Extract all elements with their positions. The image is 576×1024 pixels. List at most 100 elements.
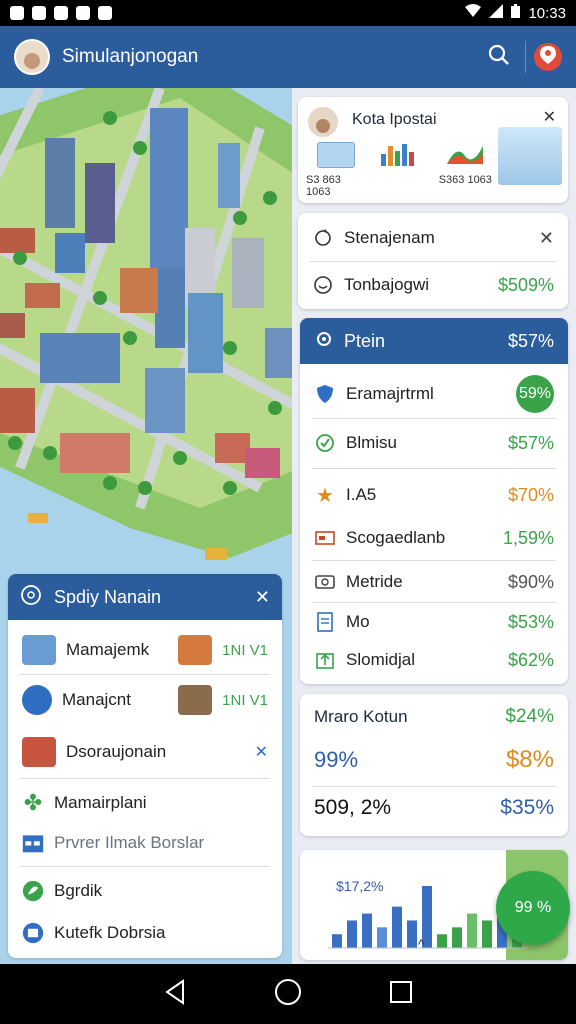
list-item-label: Dsoraujonain: [66, 742, 167, 761]
list-item[interactable]: Manajcnt 1NI V1: [8, 680, 282, 720]
divider: [525, 41, 526, 73]
stat-label: Scogaedlanb: [346, 528, 446, 547]
card-thumbnail: [317, 142, 355, 168]
side-panel: Spdiy Nanain ✕ Mamajemk 1NI V1 Manajcnt …: [8, 574, 282, 958]
clock: 10:33: [528, 4, 566, 22]
totals-card: Mraro Kotun $24% 99% $8% 509, 2% $35%: [300, 694, 568, 836]
shield-icon: [314, 383, 336, 405]
upload-icon: [314, 649, 336, 671]
close-button[interactable]: ✕: [543, 107, 556, 127]
notification-icon: [54, 6, 68, 20]
list-item-label: Bgrdik: [54, 881, 103, 900]
star-icon: ★: [316, 484, 334, 507]
stat-row[interactable]: Slomidjal $62%: [300, 646, 568, 674]
plant-icon: ✤: [23, 790, 43, 815]
location-button[interactable]: [534, 43, 562, 71]
building-icon: [22, 635, 56, 665]
bar-chart-icon: [380, 144, 414, 166]
total-value: $35%: [500, 796, 554, 819]
tile-item[interactable]: [497, 127, 562, 198]
divider: [20, 674, 270, 675]
stat-label: Mo: [346, 612, 370, 631]
close-icon: ✕: [538, 227, 554, 248]
close-button[interactable]: ✕: [539, 228, 554, 249]
stat-value: $70%: [507, 484, 554, 505]
list-item[interactable]: Bgrdik: [8, 876, 282, 906]
home-button[interactable]: [274, 978, 302, 1011]
list-item[interactable]: Prvrer Ilmak Borslar: [8, 828, 282, 858]
chart-bar: [437, 934, 447, 948]
notification-title: Kota Ipostai: [352, 111, 437, 128]
stat-label: I.A5: [346, 485, 377, 504]
factory-icon: [22, 737, 56, 767]
check-circle-icon: [314, 432, 336, 454]
stat-row[interactable]: Eramajrtrml 59%: [300, 372, 568, 416]
total-label: Mraro Kotun: [314, 707, 408, 726]
back-icon: [163, 978, 187, 1009]
summary-label: Stenajenam: [344, 228, 435, 247]
list-item[interactable]: Mamajemk 1NI V1: [8, 630, 282, 670]
leaf-icon: [22, 880, 44, 902]
camera-icon: [314, 571, 336, 593]
app-bar: Simulanjonogan: [0, 26, 576, 88]
stat-row[interactable]: Mo $53%: [300, 608, 568, 636]
list-item[interactable]: Stenajenam ✕: [298, 224, 568, 252]
divider: [20, 778, 270, 779]
divider: [20, 866, 270, 867]
back-button[interactable]: [163, 978, 187, 1010]
list-item[interactable]: Dsoraujonain ✕: [8, 734, 282, 770]
list-item[interactable]: Tonbajogwi $509%: [298, 271, 568, 299]
stat-value: $53%: [507, 611, 554, 632]
summary-value: $509%: [497, 274, 554, 295]
total-row[interactable]: 509, 2% $35%: [314, 796, 554, 820]
tile-item[interactable]: S3 863 1063: [306, 142, 366, 198]
close-icon: ✕: [254, 586, 270, 607]
total-value: $8%: [505, 746, 554, 773]
house-icon: [178, 635, 213, 665]
home-icon: [274, 978, 302, 1010]
close-button[interactable]: ✕: [255, 587, 270, 608]
progress-fab[interactable]: 99 %: [496, 871, 570, 945]
document-icon: [314, 611, 336, 633]
list-item[interactable]: Kutefk Dobrsia: [8, 918, 282, 948]
list-item[interactable]: ✤ Mamairplani: [8, 788, 282, 818]
search-button[interactable]: [481, 39, 517, 75]
list-item-label: Mamajemk: [66, 640, 150, 659]
tile-item[interactable]: S363 1063: [435, 142, 495, 198]
chevron-up-icon[interactable]: ^: [418, 936, 425, 952]
calendar-icon: [22, 832, 44, 854]
stat-row[interactable]: Metride $90%: [300, 568, 568, 596]
chart-bar: [467, 913, 477, 948]
stat-label: Slomidjal: [346, 650, 415, 669]
chart-bar: [332, 934, 342, 948]
close-button[interactable]: ✕: [255, 742, 268, 762]
list-item-label: Prvrer Ilmak Borslar: [54, 833, 205, 852]
stat-row[interactable]: Blmisu $57%: [300, 428, 568, 458]
notification-card[interactable]: Kota Ipostai ✕ S3 863 1063 S363 1063: [298, 97, 568, 203]
stats-header[interactable]: Ptein $57%: [300, 318, 568, 364]
stat-row[interactable]: Scogaedlanb 1,59%: [300, 524, 568, 552]
wave-chart-icon: [447, 146, 484, 164]
chart-bar: [377, 927, 387, 948]
stat-row[interactable]: ★ I.A5 $70%: [300, 480, 568, 510]
stats-header-label: Ptein: [344, 330, 386, 351]
tile-caption: S363 1063: [438, 174, 492, 186]
total-row[interactable]: Mraro Kotun $24%: [314, 706, 554, 728]
status-bar: 10:33: [0, 0, 576, 26]
stats-header-value: $57%: [507, 330, 554, 351]
battery-icon: [511, 4, 521, 22]
summary-label: Tonbajogwi: [344, 275, 430, 294]
tile-item[interactable]: [371, 142, 431, 198]
settings-icon: [314, 329, 334, 354]
recents-button[interactable]: [389, 980, 413, 1009]
divider: [310, 261, 556, 262]
divider: [312, 602, 556, 603]
total-row[interactable]: 99% $8%: [314, 746, 554, 774]
avatar[interactable]: [14, 39, 50, 75]
summary-card: Stenajenam ✕ Tonbajogwi $509%: [298, 213, 568, 309]
chart-bar: [362, 913, 372, 948]
chart-bar: [392, 906, 402, 948]
divider: [312, 560, 556, 561]
signal-icon: [489, 4, 504, 22]
stat-value: $57%: [507, 432, 554, 453]
